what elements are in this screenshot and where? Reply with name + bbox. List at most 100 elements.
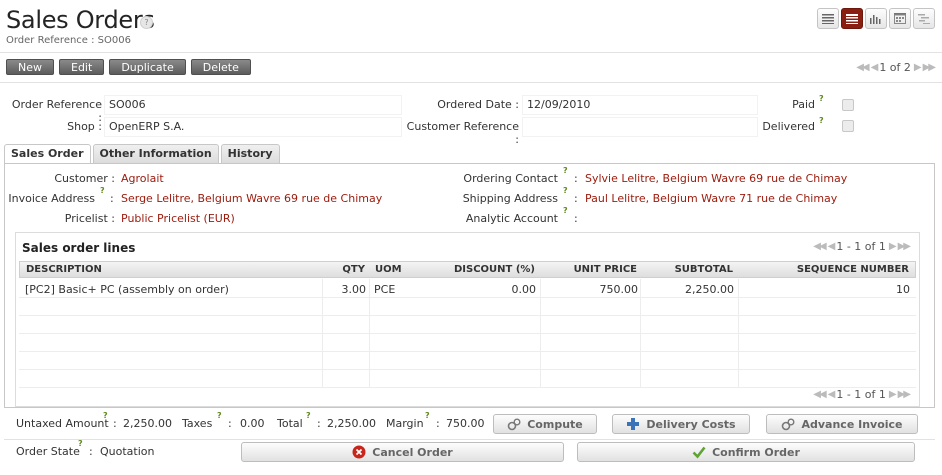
ordering-contact-help-icon[interactable]: ? xyxy=(563,166,568,175)
customer-field[interactable]: Agrolait xyxy=(121,172,164,185)
sales-order-lines: Sales order lines ◀◀ ◀ 1 - 1 of 1 ▶ ▶▶ D… xyxy=(15,232,920,407)
empty-row xyxy=(19,352,916,370)
empty-row xyxy=(19,316,916,334)
new-button[interactable]: New xyxy=(6,59,54,75)
delivery-costs-label: Delivery Costs xyxy=(646,417,736,431)
total-label: Total xyxy=(277,417,303,430)
empty-row xyxy=(19,334,916,352)
lines-last-icon[interactable]: ▶▶ xyxy=(898,241,911,252)
delivery-costs-button[interactable]: Delivery Costs xyxy=(612,414,750,434)
total-help-icon[interactable]: ? xyxy=(306,411,311,420)
delivered-label: Delivered xyxy=(762,120,815,133)
plus-icon xyxy=(626,417,640,431)
toolbar-divider xyxy=(0,82,942,83)
column-qty[interactable]: QTY xyxy=(342,264,365,275)
lines-first-icon[interactable]: ◀◀ xyxy=(813,241,826,252)
lines-previous-icon[interactable]: ◀ xyxy=(828,389,836,400)
pager-status: 1 of 2 xyxy=(879,61,911,74)
invoice-address-field[interactable]: Serge Lelitre, Belgium Wavre 69 rue de C… xyxy=(121,192,382,205)
margin-colon: : xyxy=(436,417,440,430)
cell-uom: PCE xyxy=(374,283,396,296)
calendar-view-icon[interactable] xyxy=(889,8,911,29)
tab-other-information[interactable]: Other Information xyxy=(92,144,219,163)
column-divider xyxy=(322,279,323,387)
confirm-order-label: Confirm Order xyxy=(712,445,800,459)
column-description[interactable]: DESCRIPTION xyxy=(26,264,102,275)
customer-reference-field[interactable] xyxy=(522,117,758,137)
lines-first-icon[interactable]: ◀◀ xyxy=(813,389,826,400)
order-reference-field[interactable]: SO006 xyxy=(104,95,402,115)
list-view-icon[interactable] xyxy=(817,8,839,29)
duplicate-button[interactable]: Duplicate xyxy=(109,59,186,75)
untaxed-help-icon[interactable]: ? xyxy=(103,411,108,420)
cell-qty: 3.00 xyxy=(341,283,367,296)
analytic-account-label: Analytic Account xyxy=(465,212,558,225)
margin-help-icon[interactable]: ? xyxy=(425,411,430,420)
column-divider xyxy=(640,279,641,387)
help-icon[interactable]: ? xyxy=(140,16,153,29)
shop-field[interactable]: OpenERP S.A. xyxy=(104,117,402,137)
shop-label: Shop : xyxy=(67,120,102,133)
lines-pager-status: 1 - 1 of 1 xyxy=(836,388,886,401)
cell-unit-price: 750.00 xyxy=(599,283,639,296)
ordering-contact-field[interactable]: Sylvie Lelitre, Belgium Wavre 69 rue de … xyxy=(585,172,847,185)
column-unit-price[interactable]: UNIT PRICE xyxy=(574,264,637,275)
column-uom[interactable]: UOM xyxy=(375,264,402,275)
taxes-help-icon[interactable]: ? xyxy=(217,411,222,420)
delivered-help-icon[interactable]: ? xyxy=(819,116,824,125)
column-sequence-number[interactable]: SEQUENCE NUMBER xyxy=(797,264,909,275)
invoice-address-label: Invoice Address xyxy=(8,192,95,205)
invoice-address-help-icon[interactable]: ? xyxy=(100,186,105,195)
total-colon: : xyxy=(317,417,321,430)
gantt-view-icon[interactable] xyxy=(913,8,935,29)
graph-view-icon[interactable] xyxy=(865,8,887,29)
lines-pager-status: 1 - 1 of 1 xyxy=(836,240,886,253)
last-record-icon[interactable]: ▶▶ xyxy=(923,62,936,73)
lines-previous-icon[interactable]: ◀ xyxy=(828,241,836,252)
compute-label: Compute xyxy=(527,417,583,431)
customer-label: Customer : xyxy=(54,172,115,185)
form-view-icon[interactable] xyxy=(841,8,863,29)
analytic-account-help-icon[interactable]: ? xyxy=(563,206,568,215)
next-record-icon[interactable]: ▶ xyxy=(914,62,922,73)
ordered-date-label: Ordered Date : xyxy=(437,98,519,111)
previous-record-icon[interactable]: ◀ xyxy=(871,62,879,73)
table-row[interactable]: [PC2] Basic+ PC (assembly on order) 3.00… xyxy=(19,280,916,298)
first-record-icon[interactable]: ◀◀ xyxy=(856,62,869,73)
lines-next-icon[interactable]: ▶ xyxy=(889,241,897,252)
delete-button[interactable]: Delete xyxy=(190,59,251,75)
advance-invoice-label: Advance Invoice xyxy=(801,417,903,431)
column-discount[interactable]: DISCOUNT (%) xyxy=(454,264,535,275)
confirm-order-button[interactable]: Confirm Order xyxy=(577,442,915,462)
cell-description: [PC2] Basic+ PC (assembly on order) xyxy=(25,283,229,296)
cancel-order-button[interactable]: Cancel Order xyxy=(241,442,564,462)
page-subtitle: Order Reference : SO006 xyxy=(6,35,131,46)
edit-button[interactable]: Edit xyxy=(59,59,105,75)
advance-invoice-button[interactable]: Advance Invoice xyxy=(766,414,918,434)
empty-row xyxy=(19,298,916,316)
ordered-date-field[interactable]: 12/09/2010 xyxy=(522,95,758,115)
compute-button[interactable]: Compute xyxy=(493,414,597,434)
lines-pager-top: ◀◀ ◀ 1 - 1 of 1 ▶ ▶▶ xyxy=(813,240,911,253)
margin-label: Margin xyxy=(386,417,424,430)
tab-sales-order[interactable]: Sales Order xyxy=(4,144,91,164)
tab-history[interactable]: History xyxy=(220,144,280,163)
shipping-address-label: Shipping Address xyxy=(462,192,558,205)
order-state-label: Order State xyxy=(16,445,80,458)
column-divider xyxy=(738,279,739,387)
order-state-help-icon[interactable]: ? xyxy=(78,439,83,448)
gears-icon xyxy=(507,417,521,431)
customer-reference-label: Customer Reference : xyxy=(406,120,519,146)
total-value: 2,250.00 xyxy=(327,417,376,430)
paid-help-icon[interactable]: ? xyxy=(819,94,824,103)
pricelist-field[interactable]: Public Pricelist (EUR) xyxy=(121,212,235,225)
delivered-checkbox[interactable] xyxy=(842,120,854,132)
shipping-address-field[interactable]: Paul Lelitre, Belgium Wavre 71 rue de Ch… xyxy=(585,192,837,205)
gears-icon xyxy=(781,417,795,431)
shipping-address-help-icon[interactable]: ? xyxy=(563,186,568,195)
lines-last-icon[interactable]: ▶▶ xyxy=(898,389,911,400)
cancel-icon xyxy=(352,445,366,459)
column-subtotal[interactable]: SUBTOTAL xyxy=(675,264,733,275)
lines-next-icon[interactable]: ▶ xyxy=(889,389,897,400)
paid-checkbox[interactable] xyxy=(842,99,854,111)
